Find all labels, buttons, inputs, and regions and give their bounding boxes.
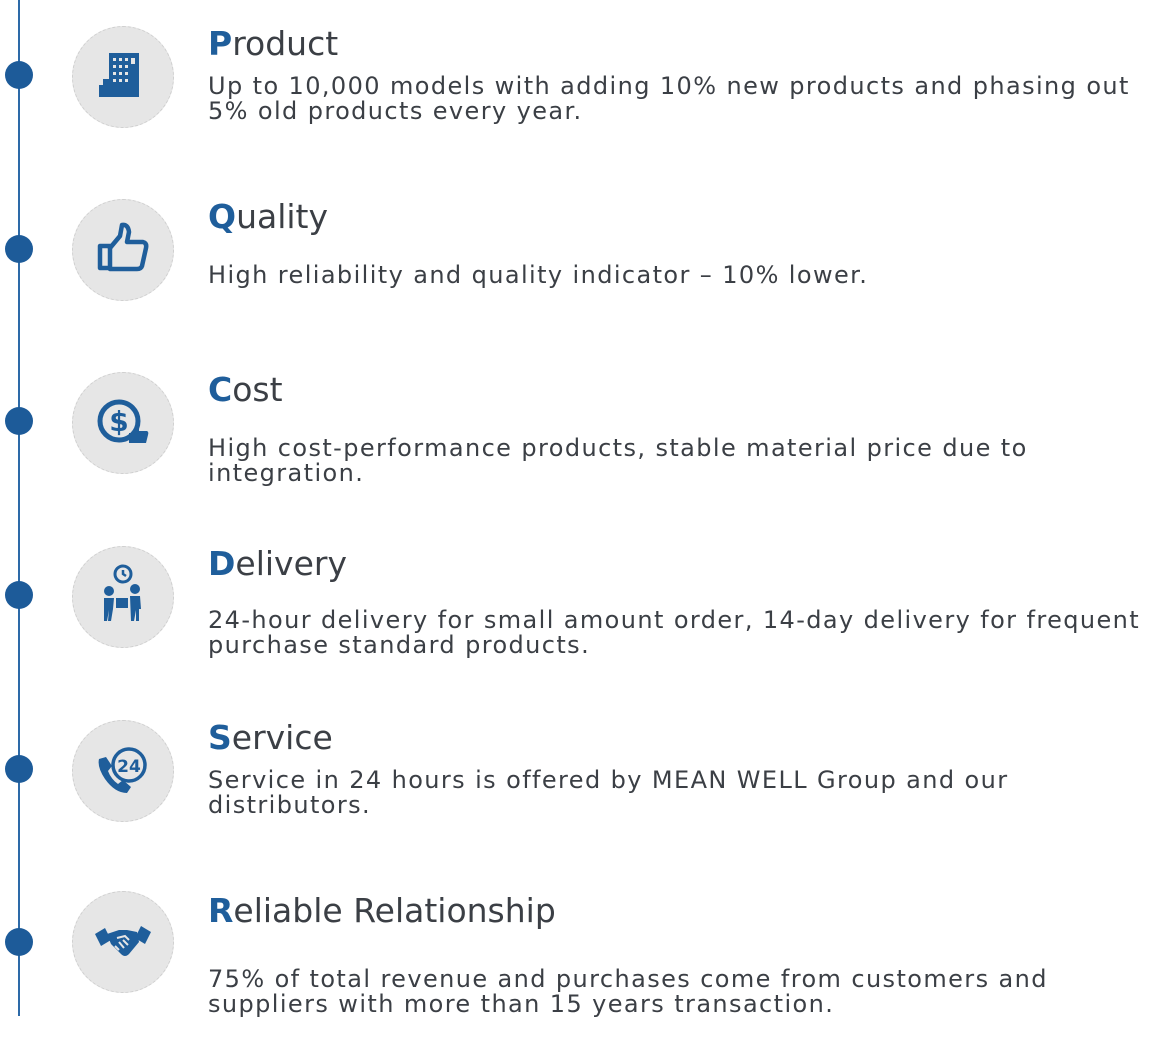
- item-title: Service: [208, 718, 333, 757]
- icon-badge: [72, 26, 174, 128]
- item-title: Reliable Relationship: [208, 891, 556, 930]
- timeline-dot: [5, 581, 33, 609]
- item-title: Quality: [208, 197, 329, 236]
- item-title: Delivery: [208, 544, 347, 583]
- timeline-dot: [5, 235, 33, 263]
- item-service: 24 Service Service in 24 hours is offere…: [72, 718, 1147, 868]
- item-description: 75% of total revenue and purchases come …: [208, 965, 1048, 1018]
- item-description: High reliability and quality indicator –…: [208, 261, 869, 289]
- dollar-coin-icon: $: [91, 389, 155, 458]
- item-description: Service in 24 hours is offered by MEAN W…: [208, 766, 1009, 819]
- timeline-dot: [5, 407, 33, 435]
- icon-badge: 24: [72, 720, 174, 822]
- item-delivery: Delivery 24-hour delivery for small amou…: [72, 544, 1147, 694]
- item-description: High cost-performance products, stable m…: [208, 434, 1028, 487]
- item-cost: $ Cost High cost-performance products, s…: [72, 370, 1147, 520]
- svg-text:24: 24: [117, 757, 141, 777]
- timeline-dot: [5, 928, 33, 956]
- handshake-icon: [91, 908, 155, 977]
- timeline-dot: [5, 61, 33, 89]
- item-reliable-relationship: Reliable Relationship 75% of total reven…: [72, 891, 1147, 1041]
- thumbs-up-icon: [91, 216, 155, 285]
- timeline-line: [18, 0, 20, 1016]
- item-title: Cost: [208, 370, 283, 409]
- item-description: Up to 10,000 models with adding 10% new …: [208, 72, 1130, 125]
- item-product: Product Up to 10,000 models with adding …: [72, 24, 1147, 174]
- item-title: Product: [208, 24, 339, 63]
- delivery-people-icon: [91, 563, 155, 632]
- icon-badge: $: [72, 372, 174, 474]
- item-description: 24-hour delivery for small amount order,…: [208, 606, 1141, 659]
- icon-badge: [72, 891, 174, 993]
- item-quality: Quality High reliability and quality ind…: [72, 197, 1147, 347]
- building-icon: [91, 43, 155, 112]
- timeline-dot: [5, 755, 33, 783]
- icon-badge: [72, 546, 174, 648]
- icon-badge: [72, 199, 174, 301]
- phone-24-icon: 24: [91, 737, 155, 806]
- svg-text:$: $: [109, 405, 128, 438]
